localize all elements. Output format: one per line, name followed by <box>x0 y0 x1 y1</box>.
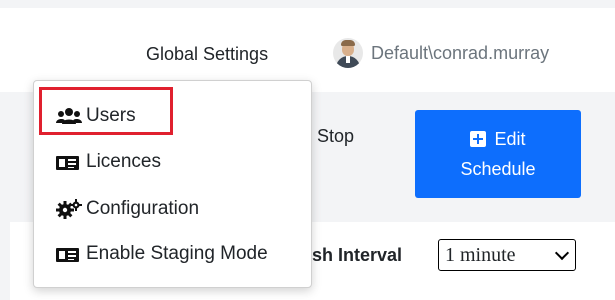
id-card-icon <box>56 152 82 172</box>
chevron-down-icon <box>554 245 570 261</box>
edit-schedule-button[interactable]: Edit Schedule <box>415 110 581 198</box>
plus-square-icon <box>470 131 487 147</box>
menu-item-label: Configuration <box>86 198 200 219</box>
id-card-icon <box>56 244 82 264</box>
refresh-interval-value: 1 minute <box>445 243 516 266</box>
refresh-interval-select[interactable]: 1 minute <box>438 239 576 271</box>
menu-item-label: Enable Staging Mode <box>86 243 268 264</box>
page-background-strip <box>0 0 615 8</box>
global-settings-link[interactable]: Global Settings <box>146 44 268 65</box>
avatar <box>333 38 363 68</box>
edit-button-label-line1: Edit <box>494 129 526 149</box>
username-label: Default\conrad.murray <box>371 42 550 63</box>
refresh-interval-label: esh Interval <box>302 245 403 265</box>
cogs-icon <box>56 199 82 219</box>
menu-item-licences[interactable]: Licences <box>56 147 161 177</box>
users-highlight-box <box>39 87 173 135</box>
edit-button-label-line2: Schedule <box>460 159 536 179</box>
menu-item-enable-staging-mode[interactable]: Enable Staging Mode <box>56 239 268 269</box>
menu-item-label: Licences <box>86 151 161 172</box>
user-menu[interactable]: Default\conrad.murray <box>333 38 549 68</box>
menu-item-configuration[interactable]: Configuration <box>56 194 199 224</box>
